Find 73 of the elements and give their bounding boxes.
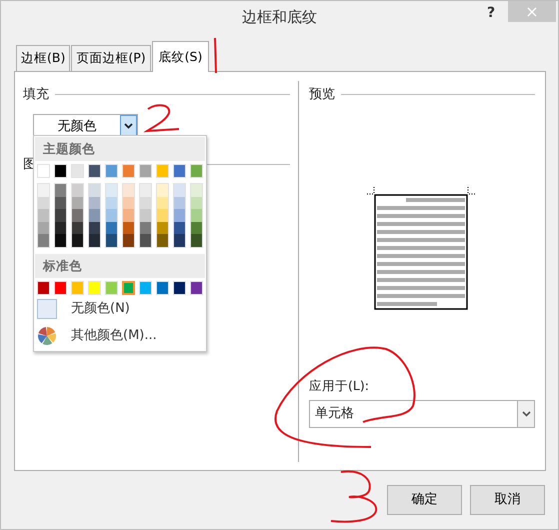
color-swatch[interactable]: [72, 222, 83, 234]
color-swatch[interactable]: [157, 196, 168, 210]
ink-scribble-drawing: [146, 104, 180, 132]
group-label: 预览: [309, 86, 335, 104]
color-swatch[interactable]: [191, 196, 202, 210]
color-swatch[interactable]: [123, 196, 134, 210]
color-swatch[interactable]: [157, 222, 168, 234]
caret-icon: [124, 123, 133, 129]
apply-to-dropdown[interactable]: 单元格: [309, 400, 535, 428]
color-wheel-icon: [37, 326, 57, 346]
color-swatch[interactable]: [191, 222, 202, 234]
color-swatch[interactable]: [123, 222, 134, 234]
color-swatch[interactable]: [38, 222, 49, 234]
color-swatch[interactable]: [106, 184, 117, 197]
color-swatch[interactable]: [174, 222, 185, 234]
dialog-button[interactable]: 取消: [470, 485, 545, 515]
color-swatch[interactable]: [123, 234, 134, 247]
color-swatch[interactable]: [122, 280, 136, 295]
color-swatch[interactable]: [89, 222, 100, 234]
ink-scribble-drawing: [330, 470, 378, 523]
dialog-button[interactable]: 确定: [387, 485, 462, 515]
color-swatch[interactable]: [174, 184, 185, 197]
color-swatch[interactable]: [38, 196, 49, 210]
apply-to-label: 应用于(L):: [309, 377, 370, 396]
menu-section-header: 主题颜色: [35, 137, 205, 161]
color-swatch[interactable]: [140, 222, 151, 234]
color-swatch[interactable]: [174, 209, 185, 222]
color-swatch[interactable]: [157, 209, 168, 222]
color-swatch[interactable]: [157, 184, 168, 197]
color-swatch[interactable]: [191, 209, 202, 222]
color-swatch[interactable]: [72, 184, 83, 197]
color-swatch[interactable]: [174, 196, 185, 210]
color-swatch[interactable]: [123, 209, 134, 222]
window-title: 边框和底纹: [242, 6, 317, 28]
color-swatch[interactable]: [140, 196, 151, 210]
help-button[interactable]: ?: [487, 3, 496, 24]
color-swatch[interactable]: [72, 234, 83, 247]
color-swatch[interactable]: [72, 209, 83, 222]
color-swatch[interactable]: [55, 196, 66, 210]
color-swatch[interactable]: [106, 209, 117, 222]
color-swatch[interactable]: [55, 234, 66, 247]
color-swatch[interactable]: [55, 222, 66, 234]
color-swatch[interactable]: [140, 209, 151, 222]
color-swatch[interactable]: [38, 234, 49, 247]
group-label: 填充: [23, 86, 49, 104]
menu-item[interactable]: 无颜色(N): [71, 299, 130, 319]
tab[interactable]: 边框(B): [16, 45, 70, 71]
color-swatch[interactable]: [140, 234, 151, 247]
color-swatch[interactable]: [55, 209, 66, 222]
tab[interactable]: 底纹(S): [152, 41, 210, 72]
color-swatch[interactable]: [89, 234, 100, 247]
color-swatch[interactable]: [72, 196, 83, 210]
color-swatch[interactable]: [55, 184, 66, 197]
color-swatch[interactable]: [157, 234, 168, 247]
ink-line-drawing: [214, 38, 217, 74]
color-swatch[interactable]: [38, 209, 49, 222]
color-swatch[interactable]: [89, 184, 100, 197]
color-swatch[interactable]: [89, 209, 100, 222]
color-swatch[interactable]: [140, 184, 151, 197]
color-swatch[interactable]: [106, 222, 117, 234]
menu-item[interactable]: 其他颜色(M)...: [71, 326, 157, 346]
tab[interactable]: 页面边框(P): [71, 45, 151, 71]
color-swatch[interactable]: [89, 196, 100, 210]
color-swatch[interactable]: [106, 234, 117, 247]
menu-section-header: 标准色: [35, 254, 205, 278]
color-swatch[interactable]: [174, 234, 185, 247]
color-swatch[interactable]: [106, 196, 117, 210]
color-swatch[interactable]: [123, 184, 134, 197]
color-swatch[interactable]: [191, 184, 202, 197]
color-swatch[interactable]: [191, 234, 202, 247]
no-color-swatch-icon: [37, 298, 57, 319]
color-swatch[interactable]: [38, 184, 49, 197]
caret-icon: [522, 411, 530, 417]
